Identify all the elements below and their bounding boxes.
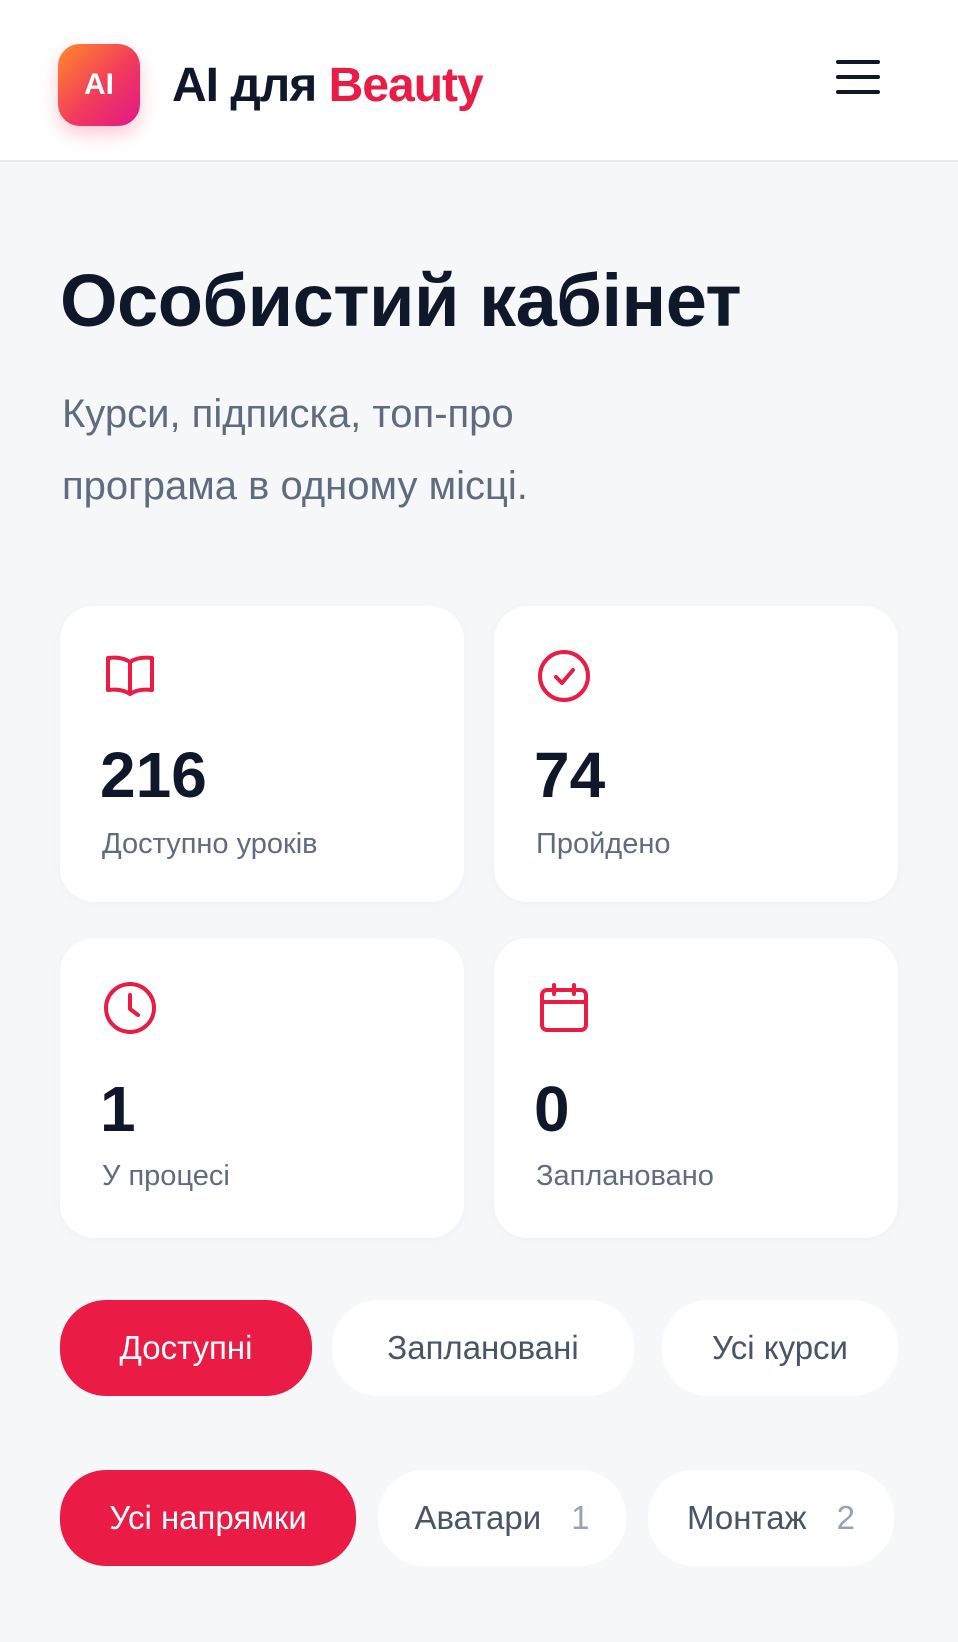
filter-label: Монтаж [687,1499,807,1536]
filter-label: Усі напрямки [109,1499,307,1536]
page-title: Особистий кабінет [60,259,742,342]
stat-card-in-progress: 1 У процесі [60,938,464,1238]
brand-accent: Beauty [328,59,484,112]
brand-prefix: AI для [172,59,317,112]
stat-label: Доступно уроків [102,828,318,860]
filter-count: 1 [571,1499,590,1536]
stat-value: 216 [100,739,207,811]
filter-editing[interactable]: Монтаж 2 [648,1470,894,1566]
logo-text: AI [84,68,114,101]
stat-label: Пройдено [536,828,671,860]
tab-available[interactable]: Доступні [60,1300,312,1396]
app-header: AI AI для Beauty [0,0,958,162]
stat-label: Заплановано [536,1160,714,1192]
filter-label: Аватари [414,1499,542,1536]
page-subtitle: Курси, підписка, топ-про програма в одно… [62,378,662,522]
tab-label: Заплановані [387,1329,579,1366]
brand-name[interactable]: AI для Beauty [172,58,484,113]
stat-card-scheduled: 0 Заплановано [494,938,898,1238]
tab-label: Доступні [119,1329,253,1366]
filter-count: 2 [836,1499,855,1536]
page-subtitle-line-2: програма в одному місці. [62,464,528,508]
logo-badge[interactable]: AI [58,44,140,126]
book-open-icon [106,655,154,696]
tab-scheduled[interactable]: Заплановані [332,1300,634,1396]
hamburger-menu-icon[interactable] [820,50,882,112]
stat-label: У процесі [102,1160,230,1192]
tab-all-courses[interactable]: Усі курси [662,1300,898,1396]
page-subtitle-line-1: Курси, підписка, топ-про [62,392,514,436]
stat-value: 0 [534,1073,570,1145]
clock-icon [104,982,156,1034]
filter-avatars[interactable]: Аватари 1 [378,1470,626,1566]
calendar-icon [540,983,588,1032]
tab-label: Усі курси [712,1329,848,1366]
stat-value: 74 [534,739,606,811]
filter-all-directions[interactable]: Усі напрямки [60,1470,356,1566]
check-circle-icon [538,650,590,702]
stat-card-completed: 74 Пройдено [494,606,898,902]
stat-value: 1 [100,1073,136,1145]
stat-card-lessons-available: 216 Доступно уроків [60,606,464,902]
